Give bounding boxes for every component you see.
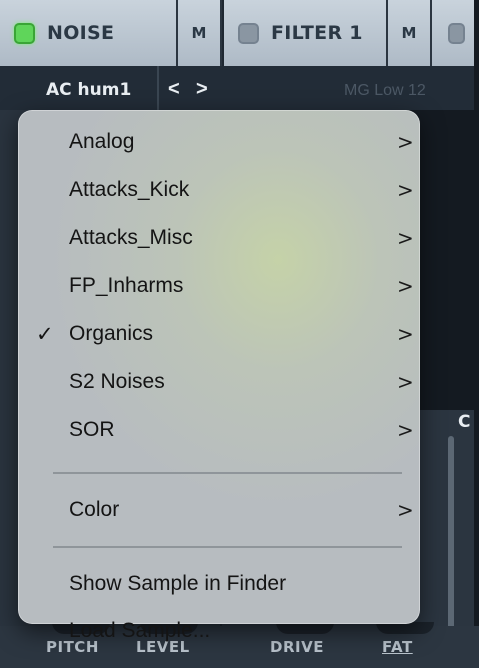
menu-item-label: Attacks_Kick bbox=[69, 178, 190, 201]
menu-item-label: Load Sample... bbox=[69, 618, 211, 642]
vertical-slider[interactable] bbox=[448, 436, 454, 636]
filter1-enable-led[interactable] bbox=[238, 22, 259, 44]
edge-strip bbox=[474, 0, 479, 668]
menu-item-sor[interactable]: SOR > bbox=[18, 406, 420, 454]
menu-item-show-in-finder[interactable]: Show Sample in Finder bbox=[18, 560, 420, 607]
filter1-tab-title: FILTER 1 bbox=[271, 22, 363, 44]
next-module-led[interactable] bbox=[448, 22, 465, 44]
noise-mute-label: M bbox=[191, 24, 207, 42]
sample-browser-menu: Analog > Attacks_Kick > Attacks_Misc > F… bbox=[18, 110, 420, 642]
next-sample-button[interactable]: > bbox=[196, 78, 208, 101]
menu-item-organics[interactable]: ✓ Organics > bbox=[18, 310, 420, 358]
menu-item-label: Show Sample in Finder bbox=[69, 571, 287, 595]
menu-separator bbox=[53, 546, 402, 548]
sample-name[interactable]: AC hum1 bbox=[46, 80, 131, 100]
menu-item-attacks-misc[interactable]: Attacks_Misc > bbox=[18, 214, 420, 262]
menu-item-label: FP_Inharms bbox=[69, 274, 184, 297]
chevron-right-icon: > bbox=[397, 498, 414, 522]
menu-separator bbox=[53, 472, 402, 474]
tab-noise[interactable]: NOISE bbox=[0, 0, 178, 66]
preset-row: AC hum1 < > MG Low 12 bbox=[0, 66, 479, 110]
previous-sample-button[interactable]: < bbox=[168, 78, 180, 101]
menu-item-label: Attacks_Misc bbox=[69, 226, 193, 249]
filter1-mute-button[interactable]: M bbox=[388, 0, 432, 66]
menu-item-label: Organics bbox=[69, 322, 154, 345]
chevron-right-icon: > bbox=[397, 322, 414, 346]
menu-item-attacks-kick[interactable]: Attacks_Kick > bbox=[18, 166, 420, 214]
chevron-right-icon: > bbox=[397, 370, 414, 394]
chevron-right-icon: > bbox=[397, 418, 414, 442]
noise-tab-title: NOISE bbox=[47, 22, 115, 44]
menu-item-s2-noises[interactable]: S2 Noises > bbox=[18, 358, 420, 406]
menu-item-analog[interactable]: Analog > bbox=[18, 118, 420, 166]
chevron-right-icon: > bbox=[397, 226, 414, 250]
menu-item-label: S2 Noises bbox=[69, 370, 165, 393]
menu-item-load-sample[interactable]: Load Sample... bbox=[18, 607, 420, 654]
tab-filter-1[interactable]: FILTER 1 bbox=[224, 0, 388, 66]
chevron-right-icon: > bbox=[397, 274, 414, 298]
checkmark-icon: ✓ bbox=[36, 322, 54, 346]
filter1-mute-label: M bbox=[401, 24, 417, 42]
tab-next-module[interactable] bbox=[432, 0, 479, 66]
chevron-right-icon: > bbox=[397, 130, 414, 154]
divider bbox=[157, 66, 159, 110]
menu-item-color[interactable]: Color > bbox=[18, 486, 420, 534]
side-label: C bbox=[458, 412, 471, 432]
filter-type-label[interactable]: MG Low 12 bbox=[344, 82, 426, 100]
menu-item-label: Color bbox=[69, 498, 120, 521]
menu-item-fp-inharms[interactable]: FP_Inharms > bbox=[18, 262, 420, 310]
noise-enable-led[interactable] bbox=[14, 22, 35, 44]
menu-item-label: Analog bbox=[69, 130, 135, 153]
chevron-right-icon: > bbox=[397, 178, 414, 202]
noise-mute-button[interactable]: M bbox=[178, 0, 222, 66]
menu-item-label: SOR bbox=[69, 418, 115, 441]
